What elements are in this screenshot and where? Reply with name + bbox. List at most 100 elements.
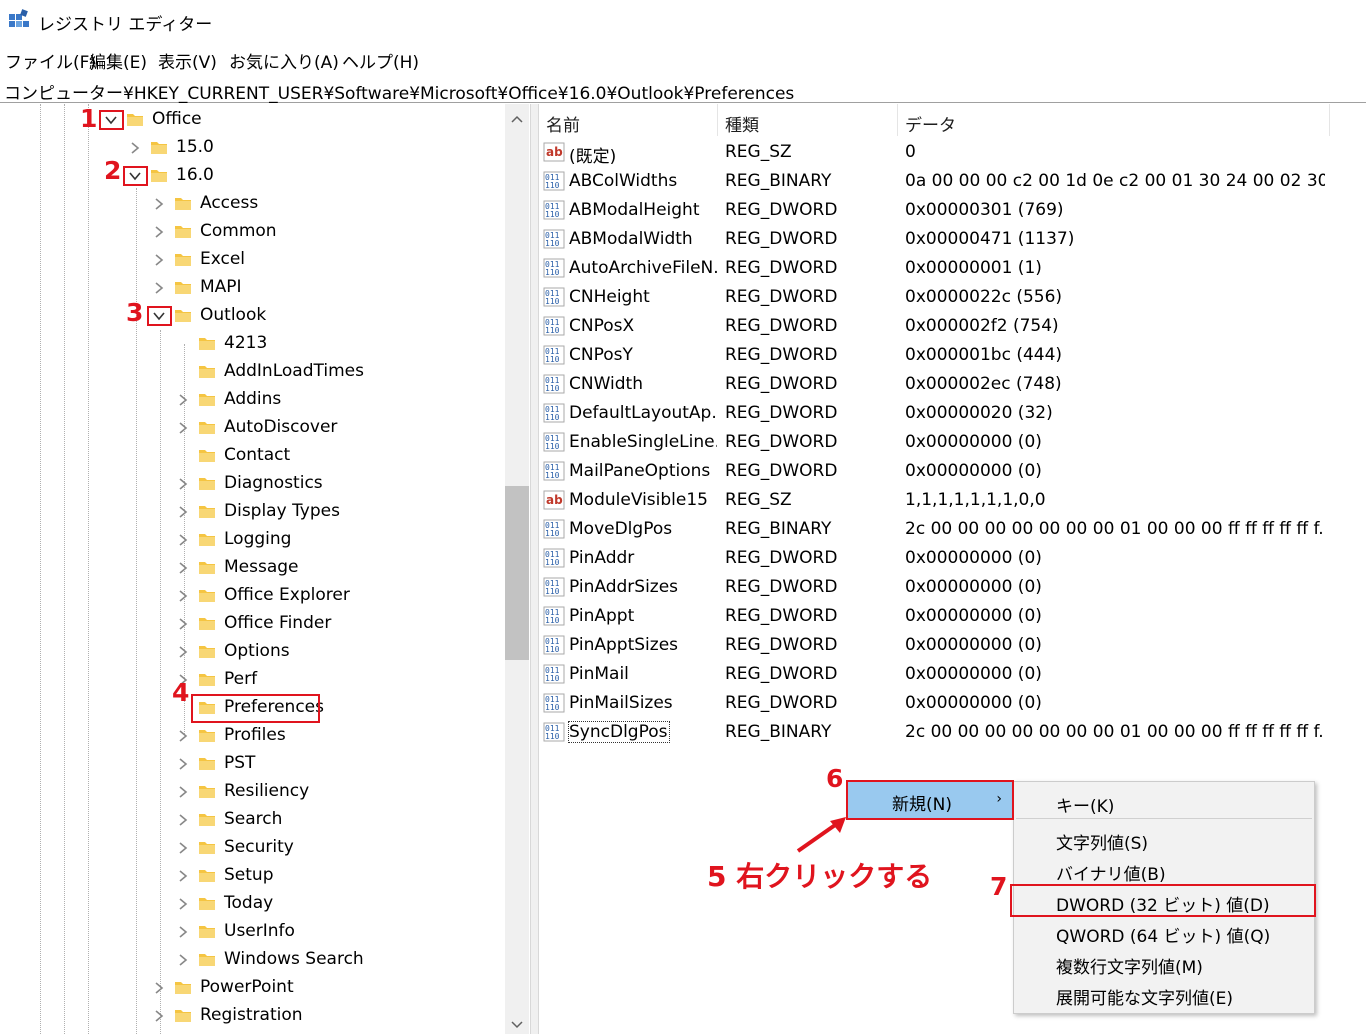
column-separator[interactable] [717,104,718,136]
column-data[interactable]: データ [905,111,956,136]
chevron-right-icon[interactable] [176,841,190,855]
tree-node[interactable]: Display Types [0,498,505,526]
value-row[interactable]: 011 110 PinMail REG_DWORD 0x00000000 (0) [539,660,1339,689]
tree-node[interactable]: Search [0,806,505,834]
tree-node[interactable]: Setup [0,862,505,890]
chevron-right-icon[interactable] [152,1009,166,1023]
tree-node[interactable]: Options [0,638,505,666]
value-row[interactable]: ab (既定) REG_SZ 0 [539,138,1339,167]
menu-file[interactable]: ファイル(F) [5,48,96,73]
chevron-right-icon[interactable] [128,141,142,155]
chevron-right-icon[interactable] [176,645,190,659]
submenu-qword-value[interactable]: QWORD (64 ビット) 値(Q) [1056,922,1270,947]
column-separator[interactable] [1329,104,1330,136]
tree-node[interactable]: UserInfo [0,918,505,946]
tree-node[interactable]: Outlook [0,302,505,330]
tree-node[interactable]: Registration [0,1002,505,1030]
column-separator[interactable] [897,104,898,136]
value-row[interactable]: 011 110 PinAddr REG_DWORD 0x00000000 (0) [539,544,1339,573]
key-tree[interactable]: Office 15.0 16.0 Access Common Excel MAPI Outlo… [0,104,530,1034]
tree-node[interactable]: Contact [0,442,505,470]
tree-node[interactable]: Access [0,190,505,218]
chevron-right-icon[interactable] [176,953,190,967]
pane-splitter[interactable] [530,104,539,1034]
column-type[interactable]: 種類 [725,111,759,136]
tree-node[interactable]: Today [0,890,505,918]
chevron-right-icon[interactable] [176,561,190,575]
tree-node[interactable]: Security [0,834,505,862]
chevron-right-icon[interactable] [152,197,166,211]
tree-node[interactable]: 4213 [0,330,505,358]
chevron-right-icon[interactable] [176,477,190,491]
tree-node[interactable]: 15.0 [0,134,505,162]
value-row[interactable]: 011 110 MoveDlgPos REG_BINARY 2c 00 00 00 00… [539,515,1339,544]
scroll-down-icon[interactable] [511,1018,523,1030]
chevron-right-icon[interactable] [176,617,190,631]
tree-node[interactable]: Message [0,554,505,582]
menu-edit[interactable]: 編集(E) [89,48,147,73]
chevron-right-icon[interactable] [176,897,190,911]
tree-node[interactable]: Excel [0,246,505,274]
tree-node[interactable]: AddInLoadTimes [0,358,505,386]
submenu-multistring-value[interactable]: 複数行文字列値(M) [1056,953,1203,978]
tree-node[interactable]: Logging [0,526,505,554]
scroll-thumb[interactable] [505,486,529,660]
submenu-binary-value[interactable]: バイナリ値(B) [1056,860,1166,885]
value-row[interactable]: 011 110 ABModalWidth REG_DWORD 0x00000471 (1… [539,225,1339,254]
tree-node[interactable]: Office [0,106,505,134]
value-row[interactable]: 011 110 ABColWidths REG_BINARY 0a 00 00 00 c… [539,167,1339,196]
value-row[interactable]: 011 110 MailPaneOptions REG_DWORD 0x00000000… [539,457,1339,486]
submenu-string-value[interactable]: 文字列値(S) [1056,829,1148,854]
address-bar[interactable]: コンピューター¥HKEY_CURRENT_USER¥Software¥Micro… [0,76,1366,104]
tree-node[interactable]: PST [0,750,505,778]
value-row[interactable]: 011 110 CNPosY REG_DWORD 0x000001bc (444) [539,341,1339,370]
chevron-right-icon[interactable] [152,981,166,995]
value-row[interactable]: 011 110 PinApptSizes REG_DWORD 0x00000000 (0… [539,631,1339,660]
value-row[interactable]: 011 110 CNWidth REG_DWORD 0x000002ec (748) [539,370,1339,399]
address-path[interactable]: コンピューター¥HKEY_CURRENT_USER¥Software¥Micro… [4,79,794,104]
chevron-right-icon[interactable] [176,813,190,827]
chevron-right-icon[interactable] [176,533,190,547]
tree-node[interactable]: Profiles [0,722,505,750]
value-row[interactable]: 011 110 CNPosX REG_DWORD 0x000002f2 (754) [539,312,1339,341]
value-row[interactable]: ab ModuleVisible15 REG_SZ 1,1,1,1,1,1,1,0,0 [539,486,1339,515]
tree-node[interactable]: Office Explorer [0,582,505,610]
value-row[interactable]: 011 110 SyncDlgPos REG_BINARY 2c 00 00 00 00… [539,718,1339,747]
tree-node[interactable]: MAPI [0,274,505,302]
value-row[interactable]: 011 110 CNHeight REG_DWORD 0x0000022c (556) [539,283,1339,312]
tree-node[interactable]: AutoDiscover [0,414,505,442]
tree-node[interactable]: Resiliency [0,778,505,806]
submenu-key[interactable]: キー(K) [1056,792,1114,817]
tree-node[interactable]: Diagnostics [0,470,505,498]
menu-view[interactable]: 表示(V) [158,48,217,73]
chevron-right-icon[interactable] [176,729,190,743]
menu-favorites[interactable]: お気に入り(A) [229,48,339,73]
chevron-right-icon[interactable] [152,225,166,239]
value-row[interactable]: 011 110 EnableSingleLine... REG_DWORD 0x0000… [539,428,1339,457]
chevron-right-icon[interactable] [176,925,190,939]
value-row[interactable]: 011 110 PinAppt REG_DWORD 0x00000000 (0) [539,602,1339,631]
chevron-right-icon[interactable] [176,505,190,519]
tree-node[interactable]: Perf [0,666,505,694]
tree-node[interactable]: Addins [0,386,505,414]
value-row[interactable]: 011 110 PinMailSizes REG_DWORD 0x00000000 (0… [539,689,1339,718]
chevron-right-icon[interactable] [176,421,190,435]
chevron-right-icon[interactable] [176,869,190,883]
chevron-right-icon[interactable] [152,253,166,267]
tree-node[interactable]: Common [0,218,505,246]
chevron-right-icon[interactable] [152,281,166,295]
chevron-right-icon[interactable] [176,589,190,603]
chevron-right-icon[interactable] [176,757,190,771]
column-name[interactable]: 名前 [546,111,580,136]
chevron-right-icon[interactable] [176,393,190,407]
value-row[interactable]: 011 110 AutoArchiveFileN... REG_DWORD 0x0000… [539,254,1339,283]
tree-scrollbar[interactable] [505,104,529,1034]
value-row[interactable]: 011 110 DefaultLayoutAp... REG_DWORD 0x00000… [539,399,1339,428]
tree-node[interactable]: Windows Search [0,946,505,974]
chevron-right-icon[interactable] [176,785,190,799]
submenu-expandable-string-value[interactable]: 展開可能な文字列値(E) [1056,984,1233,1009]
tree-node[interactable]: 16.0 [0,162,505,190]
tree-node[interactable]: PowerPoint [0,974,505,1002]
menu-help[interactable]: ヘルプ(H) [342,48,419,73]
tree-node[interactable]: Office Finder [0,610,505,638]
